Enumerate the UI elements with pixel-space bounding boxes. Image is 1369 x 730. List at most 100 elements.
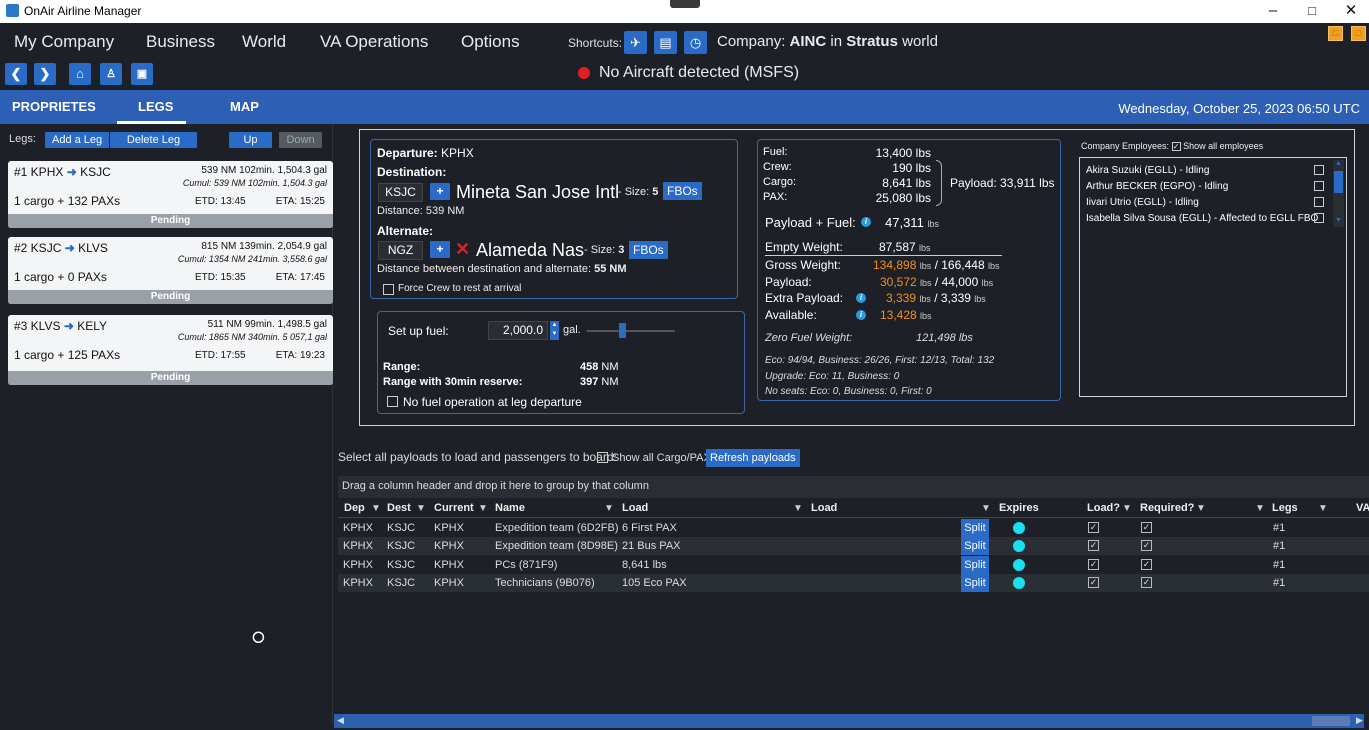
split-button[interactable]: Split (961, 537, 989, 555)
force-crew-checkbox[interactable] (383, 284, 394, 295)
home-icon[interactable]: ⌂ (69, 63, 91, 85)
split-button[interactable]: Split (961, 556, 989, 574)
show-all-cargo-checkbox[interactable] (597, 452, 608, 463)
info-icon[interactable]: i (856, 310, 866, 320)
filter-icon[interactable]: ▼ (981, 503, 991, 514)
load-checkbox[interactable]: ✓ (1088, 522, 1099, 533)
aircraft-icon[interactable]: ▣ (131, 63, 153, 85)
table-row[interactable]: KPHX KSJC KPHX PCs (871F9) 8,641 lbs Spl… (338, 556, 1369, 574)
down-button[interactable]: Down (279, 132, 322, 148)
fuel-slider-thumb[interactable] (619, 323, 627, 338)
alternate-fbos-button[interactable]: FBOs (629, 241, 668, 259)
filter-icon[interactable]: ▼ (1196, 503, 1206, 514)
employee-checkbox[interactable] (1314, 213, 1324, 223)
arrow-right-icon: ➜ (66, 165, 77, 179)
up-button[interactable]: Up (229, 132, 272, 148)
leg-pax: 1 cargo + 132 PAXs (14, 194, 121, 208)
col-load[interactable]: Load (622, 502, 648, 514)
filter-icon[interactable]: ▼ (604, 503, 614, 514)
scroll-left-icon[interactable]: ◀ (337, 715, 344, 726)
employee-checkbox[interactable] (1314, 197, 1324, 207)
col-load-check[interactable]: Load? (1087, 502, 1120, 514)
scrollbar-thumb[interactable] (1312, 716, 1350, 726)
fuel-input[interactable]: 2,000.0 (488, 321, 548, 340)
refresh-payloads-button[interactable]: Refresh payloads (706, 449, 800, 467)
employee-item[interactable]: Iivari Utrio (EGLL) - Idling (1086, 197, 1199, 208)
filter-icon[interactable]: ▼ (1122, 503, 1132, 514)
split-button[interactable]: Split (961, 574, 989, 592)
fuel-slider[interactable] (587, 330, 675, 332)
load-checkbox[interactable]: ✓ (1088, 540, 1099, 551)
destination-size: - Size: 5 (618, 186, 659, 198)
col-legs[interactable]: Legs (1272, 502, 1298, 514)
required-checkbox[interactable]: ✓ (1141, 559, 1152, 570)
filter-icon[interactable]: ▼ (1255, 503, 1265, 514)
filter-icon[interactable]: ▼ (371, 503, 381, 514)
col-required[interactable]: Required? (1140, 502, 1194, 514)
delete-leg-button[interactable]: Delete Leg (110, 132, 197, 148)
col-name[interactable]: Name (495, 502, 525, 514)
scroll-right-icon[interactable]: ▶ (1356, 715, 1363, 726)
destination-fbos-button[interactable]: FBOs (663, 182, 702, 200)
leg-card[interactable]: #3 KLVS ➜ KELY 511 NM 99min. 1,498.5 gal… (8, 315, 333, 385)
add-alternate-button[interactable]: + (430, 241, 450, 258)
filter-icon[interactable]: ▼ (416, 503, 426, 514)
split-button[interactable]: Split (961, 519, 989, 537)
table-row[interactable]: KPHX KSJC KPHX Expedition team (8D98E) 2… (338, 537, 1369, 555)
filter-icon[interactable]: ▼ (478, 503, 488, 514)
col-dep[interactable]: Dep (344, 502, 365, 514)
close-icon[interactable]: ✕ (1331, 0, 1369, 23)
menu-my-company[interactable]: My Company (14, 32, 114, 52)
employee-checkbox[interactable] (1314, 165, 1324, 175)
tab-legs[interactable]: LEGS (138, 99, 173, 114)
alternate-input[interactable]: NGZ (378, 241, 423, 260)
fuel-spinner-icon[interactable]: ▲ ▼ (550, 321, 559, 340)
menu-options[interactable]: Options (461, 32, 520, 52)
back-icon[interactable]: ❮ (5, 63, 27, 85)
employee-item[interactable]: Akira Suzuki (EGLL) - Idling (1086, 165, 1209, 176)
filter-icon[interactable]: ▼ (1318, 503, 1328, 514)
load-checkbox[interactable]: ✓ (1088, 577, 1099, 588)
minimize-icon[interactable]: – (1253, 0, 1293, 23)
forward-icon[interactable]: ❯ (34, 63, 56, 85)
alternate-label: Alternate: (377, 224, 434, 238)
horizontal-scrollbar[interactable] (334, 714, 1364, 728)
required-checkbox[interactable]: ✓ (1141, 577, 1152, 588)
col-load-2[interactable]: Load (811, 502, 837, 514)
col-current[interactable]: Current (434, 502, 474, 514)
maximize-icon[interactable]: □ (1292, 0, 1332, 23)
col-expires[interactable]: Expires (999, 502, 1039, 514)
info-icon[interactable]: i (861, 217, 871, 227)
notification-icon[interactable]: □ (1328, 26, 1343, 41)
col-va[interactable]: VA (1356, 502, 1369, 514)
add-leg-button[interactable]: Add a Leg (45, 132, 110, 148)
menu-business[interactable]: Business (146, 32, 215, 52)
info-icon[interactable]: i (856, 293, 866, 303)
table-row[interactable]: KPHX KSJC KPHX Technicians (9B076) 105 E… (338, 574, 1369, 592)
alert-icon[interactable]: □ (1351, 26, 1366, 41)
employee-item[interactable]: Isabella Silva Sousa (EGLL) - Affected t… (1086, 213, 1318, 224)
menu-va-operations[interactable]: VA Operations (320, 32, 428, 52)
table-row[interactable]: KPHX KSJC KPHX Expedition team (6D2FB) 6… (338, 519, 1369, 537)
filter-icon[interactable]: ▼ (793, 503, 803, 514)
add-destination-button[interactable]: + (430, 183, 450, 200)
tab-proprietes[interactable]: PROPRIETES (12, 99, 96, 114)
load-checkbox[interactable]: ✓ (1088, 559, 1099, 570)
no-fuel-checkbox[interactable] (387, 396, 398, 407)
destination-input[interactable]: KSJC (378, 183, 423, 202)
employee-checkbox[interactable] (1314, 181, 1324, 191)
employees-icon[interactable]: ♙ (100, 63, 122, 85)
drag-handle[interactable] (670, 0, 700, 8)
leg-card[interactable]: #1 KPHX ➜ KSJC 539 NM 102min. 1,504.3 ga… (8, 161, 333, 228)
clock-shortcut-icon[interactable]: ◷ (684, 31, 707, 54)
menu-world[interactable]: World (242, 32, 286, 52)
col-dest[interactable]: Dest (387, 502, 411, 514)
leg-card[interactable]: #2 KSJC ➜ KLVS 815 NM 139min. 2,054.9 ga… (8, 237, 333, 304)
tab-map[interactable]: MAP (230, 99, 259, 114)
employees-scrollbar[interactable]: ▲ ▼ (1333, 160, 1344, 227)
required-checkbox[interactable]: ✓ (1141, 540, 1152, 551)
employee-item[interactable]: Arthur BECKER (EGPO) - Idling (1086, 181, 1228, 192)
required-checkbox[interactable]: ✓ (1141, 522, 1152, 533)
map-shortcut-icon[interactable]: ▤ (654, 31, 677, 54)
flight-shortcut-icon[interactable]: ✈ (624, 31, 647, 54)
